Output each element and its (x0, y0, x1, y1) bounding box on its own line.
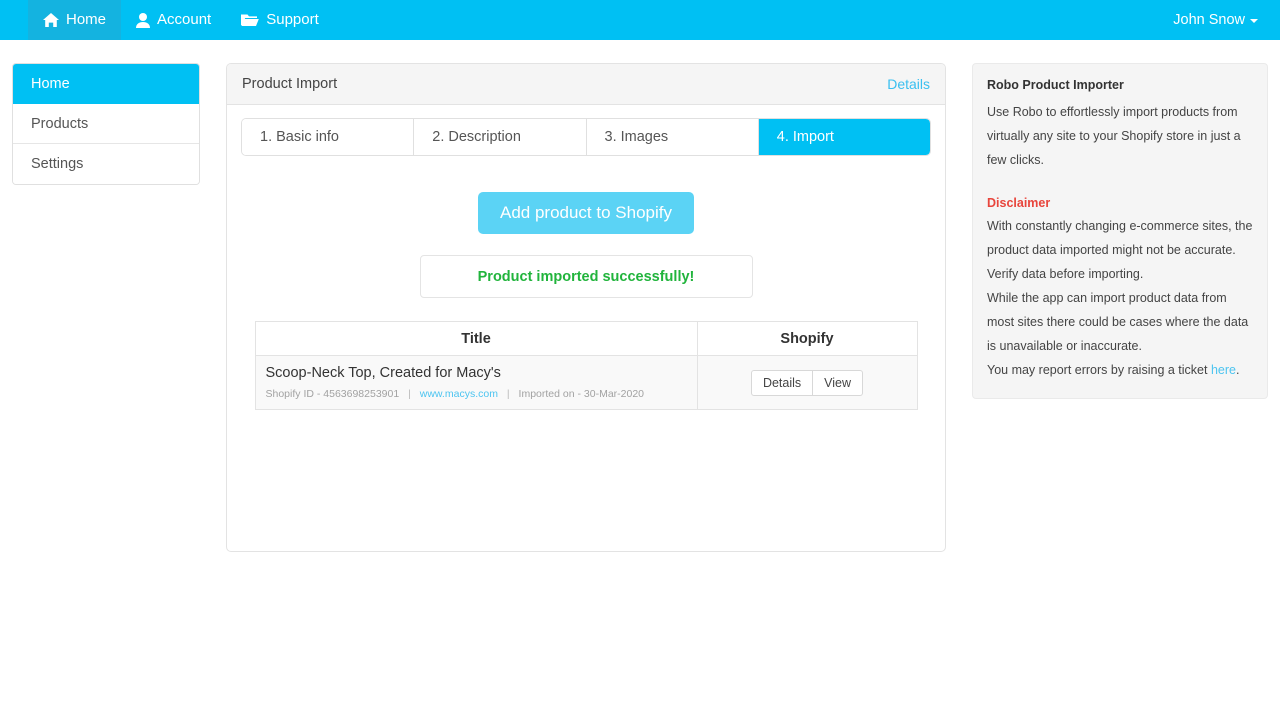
product-title: Scoop-Neck Top, Created for Macy's (265, 365, 501, 381)
tab-images-label: 3. Images (604, 129, 669, 145)
meta-separator-2: | (506, 388, 510, 400)
meta-separator-1: | (408, 388, 411, 400)
nav-item-account[interactable]: Account (121, 0, 226, 40)
report-errors-line: You may report errors by raising a ticke… (987, 358, 1253, 382)
disclaimer-line-1: With constantly changing e-commerce site… (987, 219, 1253, 257)
row-details-button[interactable]: Details (750, 369, 814, 396)
navbar-links: Home Account Support (28, 0, 334, 40)
table-body: Scoop-Neck Top, Created for Macy's Shopi… (254, 355, 918, 410)
cell-shopify-actions: Details View (696, 355, 918, 410)
nav-item-home[interactable]: Home (28, 0, 122, 40)
panel-header: Product Import Details (227, 64, 945, 105)
info-panel-description: Use Robo to effortlessly import products… (987, 105, 1241, 167)
info-panel: Robo Product Importer Use Robo to effort… (972, 63, 1268, 399)
table-header: Title Shopify (254, 321, 918, 356)
report-errors-prefix: You may report errors by raising a ticke… (987, 363, 1211, 377)
navbar-right: John Snow (1173, 0, 1280, 40)
action-area: Add product to Shopify Product imported … (241, 192, 931, 298)
column-header-shopify: Shopify (696, 321, 918, 356)
disclaimer-line-3: While the app can import product data fr… (987, 291, 1249, 353)
table-header-row: Title Shopify (254, 321, 918, 356)
add-product-to-shopify-button[interactable]: Add product to Shopify (477, 192, 694, 234)
user-menu[interactable]: John Snow (1173, 12, 1258, 28)
nav-item-account-label: Account (157, 11, 212, 28)
sidebar-item-products-label: Products (31, 116, 89, 132)
row-action-group: Details View (750, 369, 864, 396)
tab-description-label: 2. Description (432, 129, 521, 145)
top-navbar: Home Account Support John Snow (0, 0, 1280, 40)
folder-icon (241, 13, 260, 27)
disclaimer-line-2: Verify data before importing. (987, 267, 1144, 281)
tab-import-label: 4. Import (776, 129, 834, 145)
nav-item-support[interactable]: Support (226, 0, 334, 40)
tab-import[interactable]: 4. Import (758, 119, 930, 155)
product-source-link[interactable]: www.macys.com (420, 388, 498, 400)
product-import-panel: Product Import Details 1. Basic info 2. … (226, 63, 946, 552)
panel-details-link[interactable]: Details (887, 76, 930, 92)
product-meta: Shopify ID - 4563698253901 | www.macys.c… (266, 388, 687, 400)
tab-images[interactable]: 3. Images (586, 119, 759, 155)
nav-item-support-label: Support (266, 11, 319, 28)
row-view-button[interactable]: View (813, 369, 864, 396)
sidebar-item-settings[interactable]: Settings (13, 144, 199, 184)
user-icon (136, 12, 151, 28)
user-menu-label: John Snow (1173, 12, 1245, 28)
sidebar-item-home-label: Home (31, 76, 70, 92)
panel-body: 1. Basic info 2. Description 3. Images 4… (227, 105, 945, 423)
tab-basic-info[interactable]: 1. Basic info (242, 119, 415, 155)
home-icon (43, 12, 59, 28)
product-imported-on: Imported on - 30-Mar-2020 (518, 388, 645, 400)
import-status-alert: Product imported successfully! (419, 255, 753, 298)
product-shopify-id: Shopify ID - 4563698253901 (265, 388, 400, 400)
report-errors-suffix: . (1235, 363, 1240, 377)
tab-description[interactable]: 2. Description (414, 119, 587, 155)
sidebar: Home Products Settings (12, 63, 200, 185)
report-ticket-link[interactable]: here (1211, 363, 1236, 377)
sidebar-item-home[interactable]: Home (13, 64, 199, 104)
info-panel-title: Robo Product Importer (987, 78, 1124, 92)
import-steps: 1. Basic info 2. Description 3. Images 4… (241, 118, 931, 156)
sidebar-item-settings-label: Settings (31, 156, 84, 172)
column-header-title: Title (254, 321, 698, 356)
imported-products-table: Title Shopify Scoop-Neck Top, Created fo… (254, 321, 918, 410)
cell-product-info: Scoop-Neck Top, Created for Macy's Shopi… (254, 355, 698, 410)
table-row: Scoop-Neck Top, Created for Macy's Shopi… (254, 355, 918, 410)
import-status-message: Product imported successfully! (477, 269, 695, 285)
tab-basic-info-label: 1. Basic info (260, 129, 339, 145)
nav-item-home-label: Home (66, 11, 107, 28)
chevron-down-icon (1250, 19, 1258, 23)
sidebar-item-products[interactable]: Products (13, 104, 199, 144)
disclaimer-title: Disclaimer (987, 196, 1051, 210)
page-title: Product Import (242, 76, 338, 92)
